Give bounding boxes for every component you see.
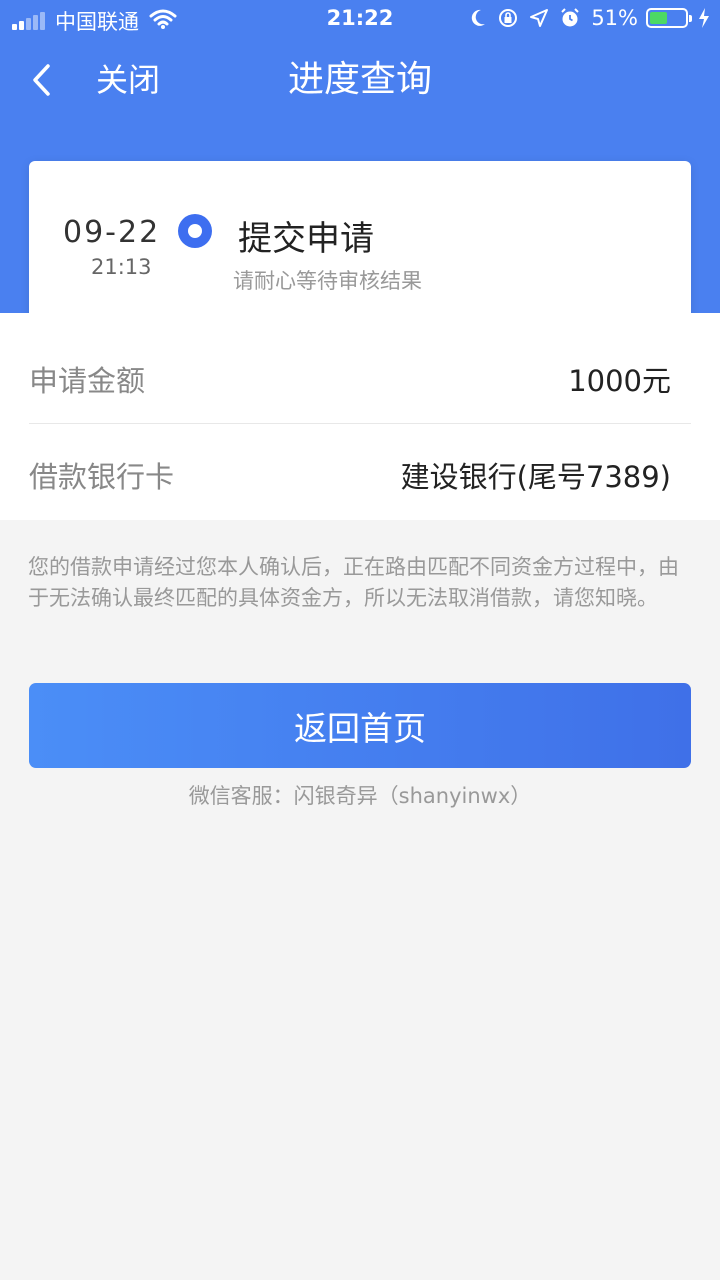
page-title: 进度查询 <box>287 59 432 100</box>
battery-icon <box>646 8 692 28</box>
amount-value: 1000元 <box>568 364 671 398</box>
return-home-button[interactable]: 返回首页 <box>29 683 691 768</box>
moon-icon <box>469 8 487 28</box>
step-title: 提交申请 <box>238 219 374 259</box>
wechat-service-text: 微信客服：闪银奇异（shanyinwx） <box>188 784 532 808</box>
alarm-icon <box>559 7 581 29</box>
progress-time: 21:13 <box>91 255 152 279</box>
charging-icon <box>698 8 710 28</box>
location-icon <box>529 8 549 28</box>
bank-card-row: 借款银行卡 建设银行(尾号7389) <box>29 424 691 520</box>
nav-bar: 关闭 进度查询 <box>0 48 720 112</box>
app-screen: 中国联通 21:22 51% 关闭 进度查询 09-22 21:13 提交申请 … <box>0 0 720 1280</box>
progress-card: 09-22 21:13 提交申请 请耐心等待审核结果 <box>29 161 691 337</box>
status-right: 51% <box>459 6 710 30</box>
progress-date: 09-22 <box>63 215 161 250</box>
loan-info-section: 申请金额 1000元 借款银行卡 建设银行(尾号7389) <box>0 313 720 520</box>
bank-card-label: 借款银行卡 <box>29 460 175 494</box>
rotation-lock-icon <box>497 7 519 29</box>
step-subtitle: 请耐心等待审核结果 <box>233 269 422 293</box>
amount-row: 申请金额 1000元 <box>29 328 691 424</box>
bank-card-value: 建设银行(尾号7389) <box>400 460 671 494</box>
battery-percent: 51% <box>591 6 638 30</box>
status-bar: 中国联通 21:22 51% <box>0 0 720 40</box>
notice-text: 您的借款申请经过您本人确认后，正在路由匹配不同资金方过程中，由于无法确认最终匹配… <box>28 555 679 610</box>
amount-label: 申请金额 <box>29 364 146 398</box>
step-indicator-icon <box>178 214 212 248</box>
